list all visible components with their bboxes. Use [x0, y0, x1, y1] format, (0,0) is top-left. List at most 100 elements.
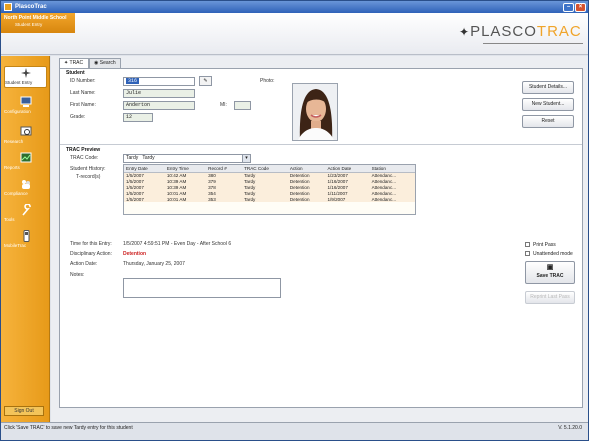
first-name-label: First Name: — [70, 102, 96, 108]
time-entry-label: Time for this Entry: — [70, 241, 112, 247]
tab-search[interactable]: ◉ Search — [89, 58, 121, 68]
cell: 10:01 AM — [164, 196, 207, 202]
id-number-value: 316 — [126, 78, 140, 84]
trac-preview-title: TRAC Preview — [66, 147, 101, 153]
print-pass-checkbox[interactable]: Print Pass — [525, 242, 556, 248]
version-label: V. 5.1.20.0 — [558, 425, 582, 431]
checkbox-box[interactable] — [525, 242, 530, 247]
column-header[interactable]: TRAC Code — [242, 165, 288, 173]
status-message: Click 'Save TRAC' to save new Tardy entr… — [4, 425, 133, 431]
id-number-input[interactable]: 316 — [123, 77, 195, 86]
checkbox-box[interactable] — [525, 251, 530, 256]
cell: 1/5/2007 — [124, 196, 165, 202]
grade-field: 12 — [123, 113, 153, 122]
sign-out-button[interactable]: Sign Out — [4, 406, 44, 416]
history-table[interactable]: Entry Date Entry Time Record # TRAC Code… — [123, 164, 416, 215]
chevron-down-icon: ▾ — [242, 155, 250, 162]
save-trac-label: Save TRAC — [536, 273, 564, 279]
mi-field — [234, 101, 251, 110]
phone-icon — [23, 230, 29, 242]
sidebar-item-research[interactable]: Research — [4, 126, 47, 148]
new-student-button[interactable]: New Student... — [522, 98, 574, 111]
sidebar-item-student-entry[interactable]: Student Entry — [4, 66, 47, 88]
people-icon — [21, 180, 30, 189]
logo-star-icon: ✦ — [459, 25, 471, 39]
logo-main-text: PLASCO — [470, 23, 537, 40]
student-history-label: Student History: — [70, 166, 106, 172]
table-row[interactable]: 1/5/2007 10:01 AM 353 Tardy Detention 1/9/200… — [124, 196, 415, 202]
title-bar: PlascoTrac – × — [1, 1, 588, 13]
column-header[interactable]: Record # — [206, 165, 243, 173]
sidebar-item-compliance[interactable]: Compliance — [4, 178, 47, 200]
column-header[interactable]: Entry Time — [164, 165, 207, 173]
sidebar-item-configuration[interactable]: Configuration — [4, 96, 47, 118]
print-pass-label: Print Pass — [533, 242, 556, 248]
app-window: PlascoTrac – × North Point Middle School… — [0, 0, 589, 441]
student-details-button[interactable]: Student Details... — [522, 81, 574, 94]
id-number-label: ID Number: — [70, 78, 96, 84]
reprint-last-pass-button[interactable]: Reprint Last Pass — [525, 291, 575, 304]
mi-label: MI: — [220, 102, 227, 108]
logo-underline — [483, 43, 583, 44]
table-header-row: Entry Date Entry Time Record # TRAC Code… — [124, 165, 415, 173]
main-content: ✦ TRAC ◉ Search Student ID Number: 316 ✎… — [51, 56, 588, 422]
records-label: T-record(s) — [76, 174, 101, 180]
wrench-icon — [21, 204, 31, 216]
column-header[interactable]: Station — [369, 165, 415, 173]
disciplinary-action-value: Detention — [123, 251, 147, 257]
trac-code-label: TRAC Code: — [70, 155, 99, 161]
save-trac-button[interactable]: ▣ Save TRAC — [525, 261, 575, 284]
section-divider — [60, 144, 582, 145]
sidebar-item-reports[interactable]: Reports — [4, 152, 47, 174]
chart-icon — [20, 152, 31, 163]
header-subtitle: Student Entry — [15, 22, 43, 27]
cell: Detention — [287, 196, 326, 202]
action-date-value: Thursday, January 25, 2007 — [123, 261, 185, 267]
binoculars-icon: ◉ — [94, 60, 99, 66]
first-name-field: Anderton — [123, 101, 195, 110]
photo-label: Photo: — [260, 78, 275, 84]
sidebar-item-label: Configuration — [4, 109, 31, 114]
notes-textarea[interactable] — [123, 278, 281, 298]
cell: 1/9/2007 — [325, 196, 370, 202]
notes-label: Notes: — [70, 272, 85, 278]
tab-trac[interactable]: ✦ TRAC — [59, 58, 89, 68]
computer-icon — [20, 96, 31, 107]
floppy-disk-icon: ▣ — [546, 264, 554, 271]
reset-button[interactable]: Reset — [522, 115, 574, 128]
sidebar-item-label: MobileTrac — [4, 243, 27, 248]
action-date-label: Action Date: — [70, 261, 98, 267]
cell: Attendanc... — [369, 196, 415, 202]
cell: Tardy — [242, 196, 288, 202]
sidebar-item-label: Research — [4, 139, 24, 144]
column-header[interactable]: Action Date — [325, 165, 370, 173]
cell: 353 — [206, 196, 243, 202]
unattended-mode-checkbox[interactable]: Unattended mode — [525, 251, 573, 257]
close-button[interactable]: × — [575, 3, 586, 12]
minimize-button[interactable]: – — [563, 3, 574, 12]
sidebar-item-label: Reports — [4, 165, 20, 170]
sidebar-item-tools[interactable]: Tools — [4, 204, 47, 226]
time-entry-value: 1/5/2007 4:59:51 PM - Even Day - After S… — [123, 241, 232, 247]
student-section-title: Student — [66, 70, 85, 76]
logo-accent-text: TRAC — [536, 23, 582, 40]
disciplinary-action-label: Disciplinary Action: — [70, 251, 112, 257]
tab-label: TRAC — [69, 60, 84, 66]
trac-panel: Student ID Number: 316 ✎ Last Name: Juli… — [59, 68, 583, 408]
sidebar-item-label: Compliance — [4, 191, 28, 196]
school-name: North Point Middle School — [4, 15, 67, 21]
magnifier-icon — [20, 126, 31, 136]
app-header: North Point Middle School Student Entry … — [1, 13, 588, 55]
column-header[interactable]: Entry Date — [124, 165, 165, 173]
last-name-field: Julie — [123, 89, 195, 98]
app-icon — [4, 3, 12, 11]
trac-code-select[interactable]: Tardy Tardy ▾ — [123, 154, 251, 163]
column-header[interactable]: Action — [287, 165, 326, 173]
sidebar-item-mobiletrac[interactable]: MobileTrac — [4, 230, 47, 252]
grade-label: Grade: — [70, 114, 86, 120]
star-cursor-icon — [20, 68, 31, 78]
sidebar-item-label: Student Entry — [5, 80, 33, 85]
edit-id-button[interactable]: ✎ — [199, 76, 212, 86]
sidebar: Student Entry Configuration Research Rep… — [1, 56, 50, 422]
window-title: PlascoTrac — [15, 4, 47, 10]
